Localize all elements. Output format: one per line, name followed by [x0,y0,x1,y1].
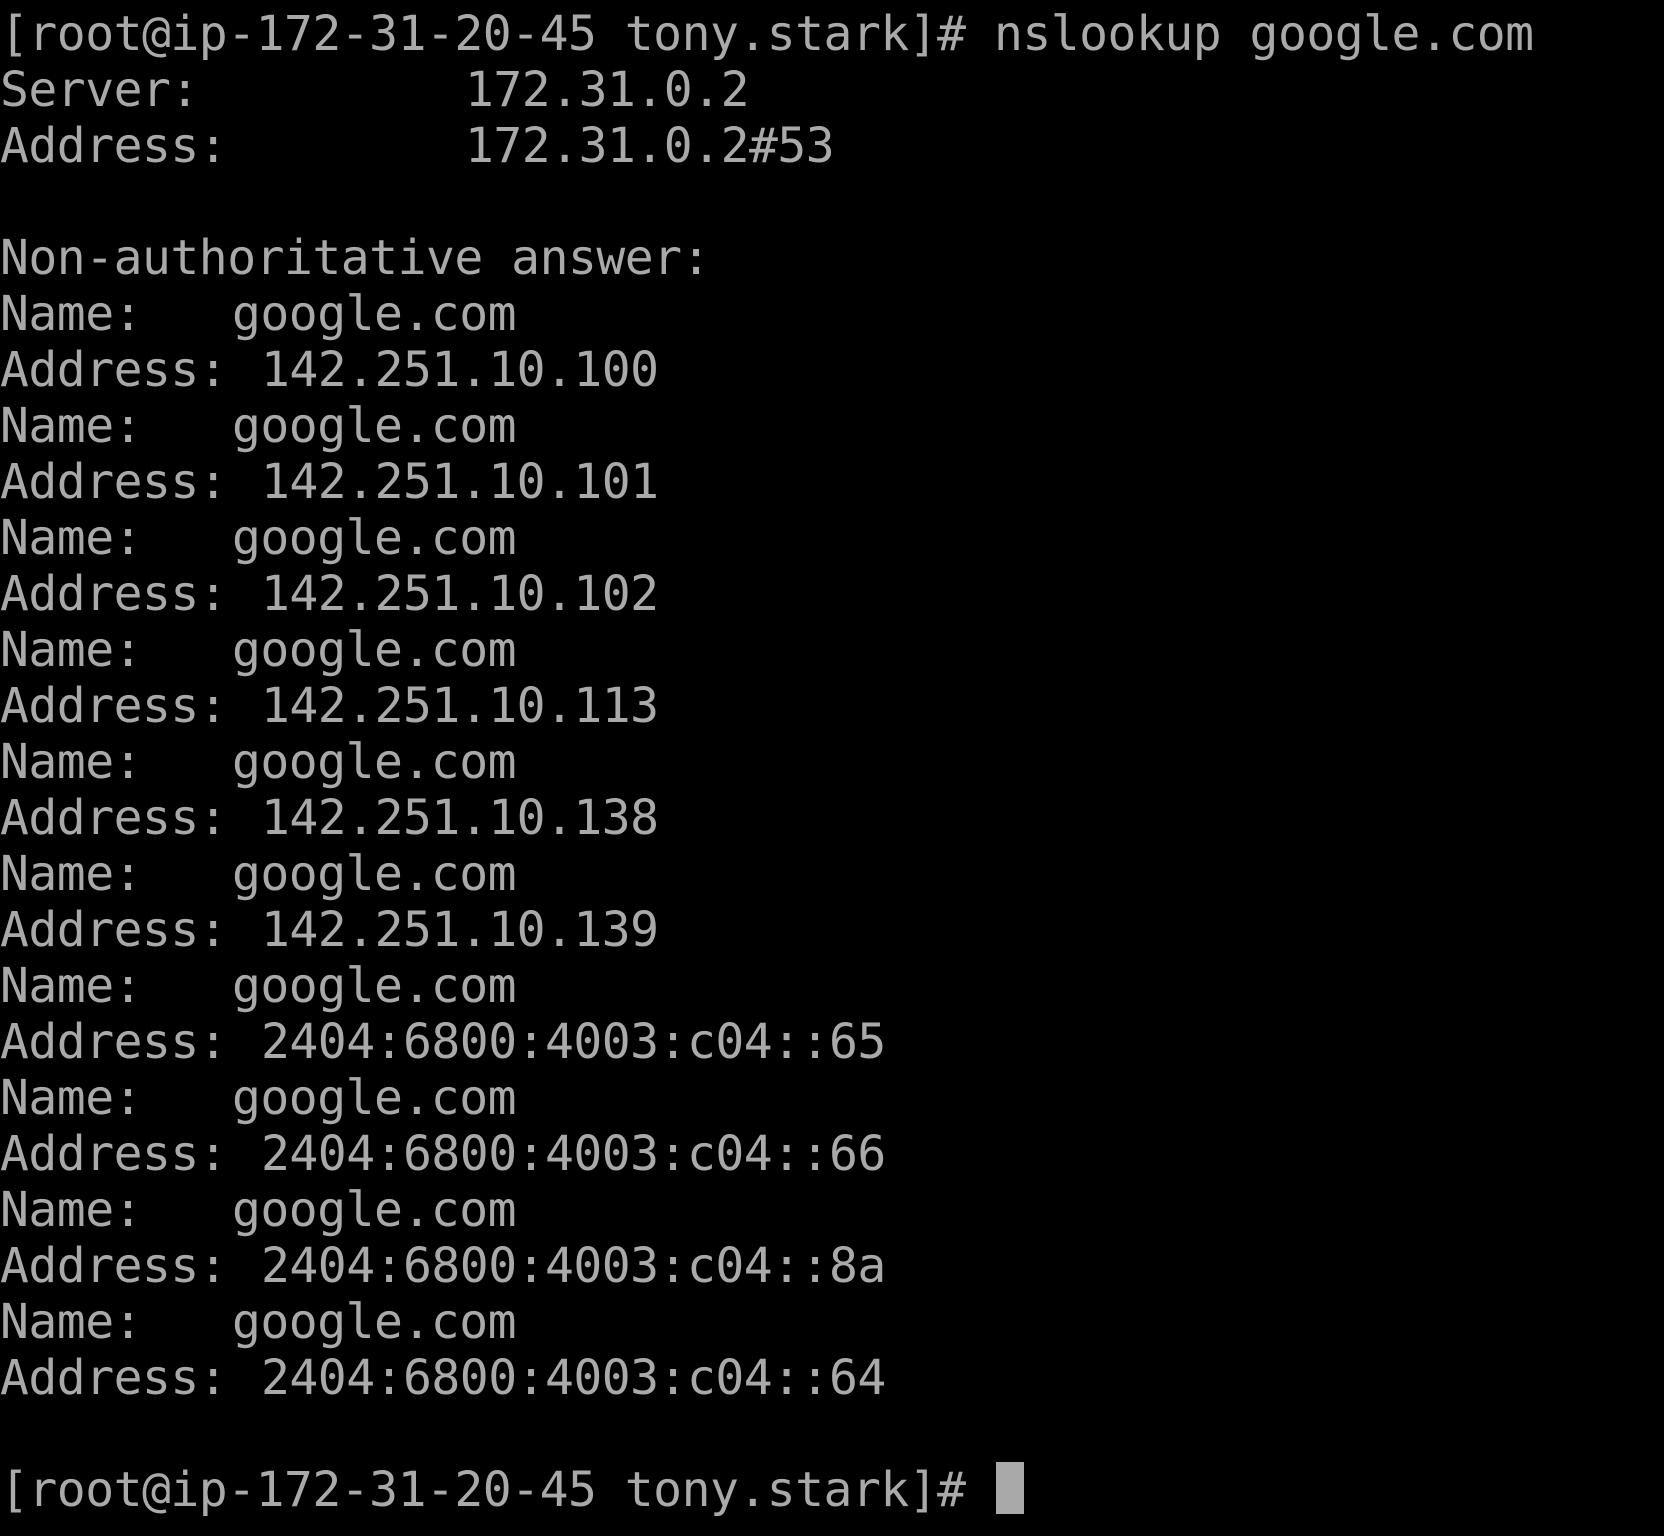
address-label: Address: [0,342,228,398]
name-label: Name: [0,1294,143,1350]
server-value: 172.31.0.2 [465,62,749,118]
record-name: google.com [232,510,516,566]
terminal-window[interactable]: [root@ip-172-31-20-45 tony.stark]# nsloo… [0,0,1664,1536]
record-address-line: Address: 2404:6800:4003:c04::8a [0,1238,1664,1294]
record-address: 142.251.10.101 [261,454,659,510]
command-line: [root@ip-172-31-20-45 tony.stark]# nsloo… [0,6,1664,62]
address-label: Address: [0,1238,228,1294]
record-address-line: Address: 2404:6800:4003:c04::64 [0,1350,1664,1406]
address-label: Address: [0,790,228,846]
record-name-line: Name: google.com [0,1070,1664,1126]
record-name: google.com [232,286,516,342]
address-label: Address: [0,902,228,958]
server-address-line: Address: 172.31.0.2#53 [0,118,1664,174]
record-address: 142.251.10.113 [261,678,659,734]
record-name-line: Name: google.com [0,1182,1664,1238]
record-address-line: Address: 2404:6800:4003:c04::66 [0,1126,1664,1182]
record-address: 2404:6800:4003:c04::65 [261,1014,886,1070]
record-address: 142.251.10.139 [261,902,659,958]
shell-prompt: [root@ip-172-31-20-45 tony.stark]# [0,1462,994,1518]
record-name: google.com [232,846,516,902]
record-address: 142.251.10.102 [261,566,659,622]
server-address-label: Address: [0,118,228,174]
text-cursor[interactable] [995,1462,1024,1514]
record-address-line: Address: 142.251.10.100 [0,342,1664,398]
address-label: Address: [0,454,228,510]
record-name: google.com [232,622,516,678]
address-label: Address: [0,1014,228,1070]
record-address: 2404:6800:4003:c04::66 [261,1126,886,1182]
record-address-line: Address: 2404:6800:4003:c04::65 [0,1014,1664,1070]
record-address: 2404:6800:4003:c04::64 [261,1350,886,1406]
record-address: 142.251.10.138 [261,790,659,846]
address-label: Address: [0,1126,228,1182]
name-label: Name: [0,734,143,790]
record-name: google.com [232,398,516,454]
record-address: 142.251.10.100 [261,342,659,398]
shell-prompt: [root@ip-172-31-20-45 tony.stark]# [0,6,994,62]
record-name-line: Name: google.com [0,622,1664,678]
record-name: google.com [232,734,516,790]
answer-header: Non-authoritative answer: [0,230,710,286]
name-label: Name: [0,846,143,902]
record-address-line: Address: 142.251.10.139 [0,902,1664,958]
address-label: Address: [0,566,228,622]
record-name-line: Name: google.com [0,510,1664,566]
server-label: Server: [0,62,199,118]
record-name: google.com [232,1182,516,1238]
record-address-line: Address: 142.251.10.113 [0,678,1664,734]
record-address: 2404:6800:4003:c04::8a [261,1238,886,1294]
address-label: Address: [0,1350,228,1406]
name-label: Name: [0,1182,143,1238]
record-name: google.com [232,1070,516,1126]
name-label: Name: [0,286,143,342]
server-line: Server: 172.31.0.2 [0,62,1664,118]
name-label: Name: [0,1070,143,1126]
name-label: Name: [0,398,143,454]
command-text: nslookup google.com [993,6,1534,62]
record-name-line: Name: google.com [0,286,1664,342]
address-label: Address: [0,678,228,734]
record-name: google.com [232,958,516,1014]
current-prompt-line[interactable]: [root@ip-172-31-20-45 tony.stark]# [0,1462,1664,1518]
record-name-line: Name: google.com [0,958,1664,1014]
name-label: Name: [0,510,143,566]
record-name: google.com [232,1294,516,1350]
record-name-line: Name: google.com [0,398,1664,454]
server-address-value: 172.31.0.2#53 [465,118,835,174]
record-address-line: Address: 142.251.10.102 [0,566,1664,622]
record-name-line: Name: google.com [0,1294,1664,1350]
record-name-line: Name: google.com [0,846,1664,902]
record-address-line: Address: 142.251.10.101 [0,454,1664,510]
record-address-line: Address: 142.251.10.138 [0,790,1664,846]
name-label: Name: [0,622,143,678]
record-name-line: Name: google.com [0,734,1664,790]
name-label: Name: [0,958,143,1014]
